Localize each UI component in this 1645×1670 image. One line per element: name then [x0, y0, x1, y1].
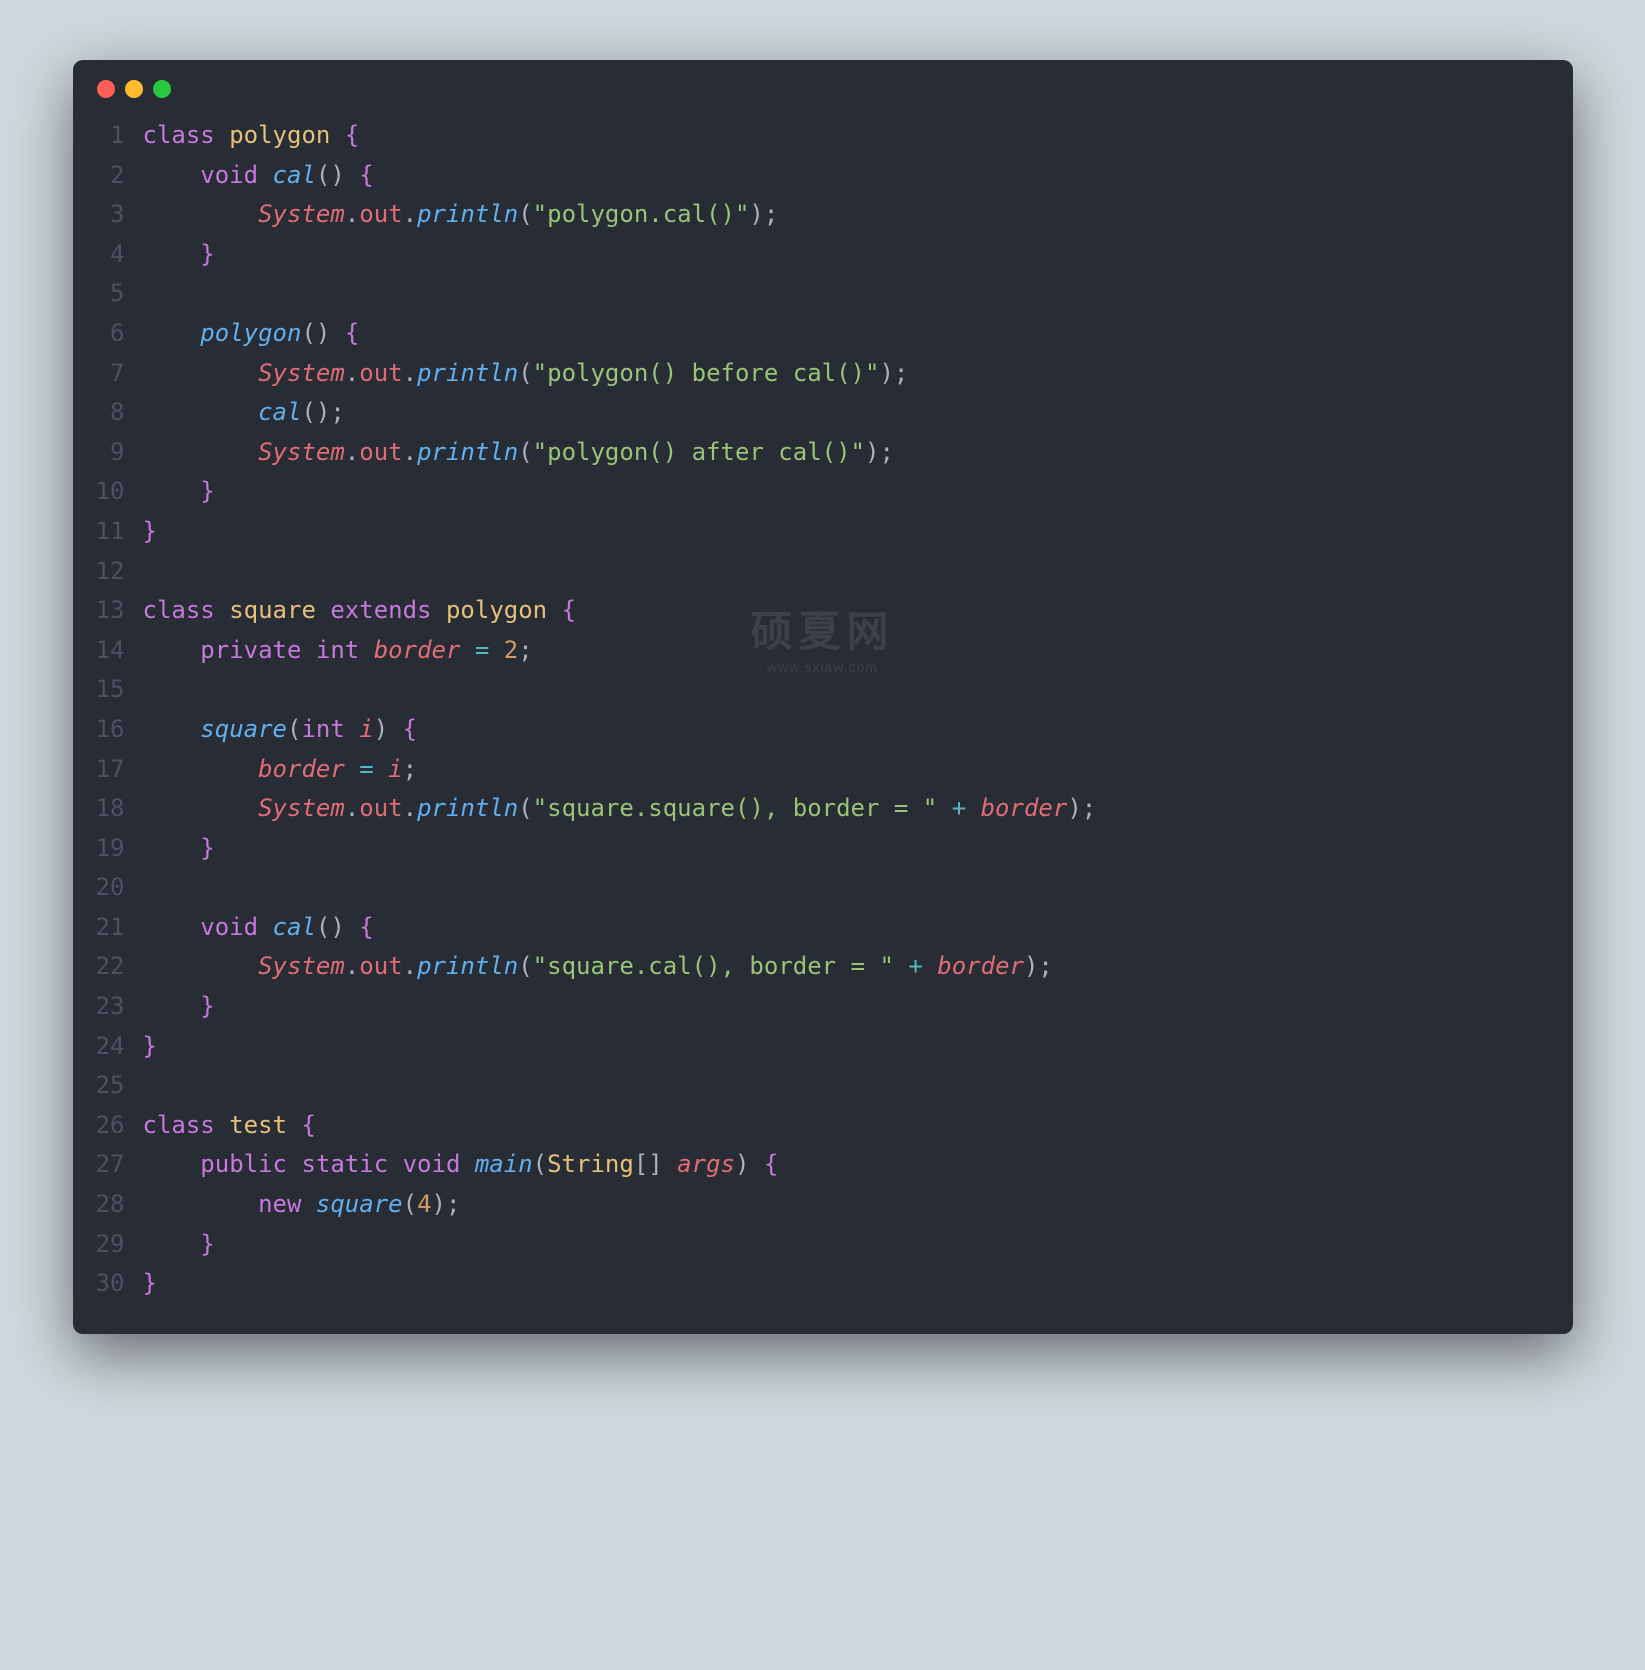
code-line[interactable]: 17 border = i; [73, 750, 1543, 790]
code-content[interactable]: private int border = 2; [143, 631, 533, 671]
code-line[interactable]: 29 } [73, 1225, 1543, 1265]
code-content[interactable]: square(int i) { [143, 710, 418, 750]
code-content[interactable] [143, 552, 157, 592]
code-content[interactable] [143, 274, 157, 314]
line-number: 2 [73, 156, 143, 196]
line-number: 12 [73, 552, 143, 592]
line-number: 25 [73, 1066, 143, 1106]
code-line[interactable]: 22 System.out.println("square.cal(), bor… [73, 947, 1543, 987]
code-content[interactable]: } [143, 1225, 215, 1265]
line-number: 28 [73, 1185, 143, 1225]
code-content[interactable]: border = i; [143, 750, 418, 790]
code-line[interactable]: 6 polygon() { [73, 314, 1543, 354]
code-content[interactable]: class polygon { [143, 116, 360, 156]
line-number: 1 [73, 116, 143, 156]
line-number: 27 [73, 1145, 143, 1185]
code-content[interactable]: class test { [143, 1106, 316, 1146]
line-number: 3 [73, 195, 143, 235]
code-line[interactable]: 25 [73, 1066, 1543, 1106]
code-content[interactable]: System.out.println("polygon.cal()"); [143, 195, 779, 235]
code-content[interactable]: } [143, 512, 157, 552]
line-number: 11 [73, 512, 143, 552]
maximize-icon[interactable] [153, 80, 171, 98]
line-number: 22 [73, 947, 143, 987]
code-line[interactable]: 11} [73, 512, 1543, 552]
code-line[interactable]: 7 System.out.println("polygon() before c… [73, 354, 1543, 394]
line-number: 26 [73, 1106, 143, 1146]
line-number: 8 [73, 393, 143, 433]
line-number: 24 [73, 1027, 143, 1067]
code-content[interactable]: } [143, 235, 215, 275]
window-titlebar [73, 60, 1573, 116]
code-content[interactable]: void cal() { [143, 156, 374, 196]
code-line[interactable]: 21 void cal() { [73, 908, 1543, 948]
code-content[interactable]: class square extends polygon { [143, 591, 577, 631]
code-content[interactable]: cal(); [143, 393, 345, 433]
line-number: 10 [73, 472, 143, 512]
line-number: 29 [73, 1225, 143, 1265]
line-number: 7 [73, 354, 143, 394]
line-number: 6 [73, 314, 143, 354]
code-line[interactable]: 12 [73, 552, 1543, 592]
code-window: 1class polygon {2 void cal() {3 System.o… [73, 60, 1573, 1334]
code-line[interactable]: 4 } [73, 235, 1543, 275]
code-content[interactable]: polygon() { [143, 314, 360, 354]
code-content[interactable] [143, 670, 157, 710]
code-line[interactable]: 1class polygon { [73, 116, 1543, 156]
line-number: 15 [73, 670, 143, 710]
code-line[interactable]: 5 [73, 274, 1543, 314]
code-content[interactable]: } [143, 1027, 157, 1067]
line-number: 14 [73, 631, 143, 671]
minimize-icon[interactable] [125, 80, 143, 98]
code-content[interactable]: } [143, 829, 215, 869]
code-content[interactable] [143, 868, 157, 908]
code-line[interactable]: 28 new square(4); [73, 1185, 1543, 1225]
line-number: 20 [73, 868, 143, 908]
line-number: 4 [73, 235, 143, 275]
code-line[interactable]: 3 System.out.println("polygon.cal()"); [73, 195, 1543, 235]
code-line[interactable]: 23 } [73, 987, 1543, 1027]
code-line[interactable]: 18 System.out.println("square.square(), … [73, 789, 1543, 829]
code-line[interactable]: 19 } [73, 829, 1543, 869]
line-number: 21 [73, 908, 143, 948]
code-content[interactable]: System.out.println("square.cal(), border… [143, 947, 1053, 987]
code-line[interactable]: 13class square extends polygon { [73, 591, 1543, 631]
code-content[interactable]: } [143, 987, 215, 1027]
code-content[interactable]: } [143, 472, 215, 512]
code-content[interactable]: void cal() { [143, 908, 374, 948]
line-number: 30 [73, 1264, 143, 1304]
code-area[interactable]: 1class polygon {2 void cal() {3 System.o… [73, 116, 1573, 1304]
line-number: 9 [73, 433, 143, 473]
code-line[interactable]: 30} [73, 1264, 1543, 1304]
line-number: 17 [73, 750, 143, 790]
code-content[interactable]: System.out.println("polygon() after cal(… [143, 433, 894, 473]
code-content[interactable]: new square(4); [143, 1185, 461, 1225]
code-line[interactable]: 16 square(int i) { [73, 710, 1543, 750]
code-line[interactable]: 24} [73, 1027, 1543, 1067]
line-number: 19 [73, 829, 143, 869]
line-number: 13 [73, 591, 143, 631]
code-line[interactable]: 15 [73, 670, 1543, 710]
code-content[interactable]: public static void main(String[] args) { [143, 1145, 779, 1185]
code-content[interactable]: System.out.println("polygon() before cal… [143, 354, 909, 394]
code-line[interactable]: 27 public static void main(String[] args… [73, 1145, 1543, 1185]
code-line[interactable]: 20 [73, 868, 1543, 908]
line-number: 16 [73, 710, 143, 750]
code-line[interactable]: 10 } [73, 472, 1543, 512]
code-line[interactable]: 14 private int border = 2; [73, 631, 1543, 671]
code-line[interactable]: 26class test { [73, 1106, 1543, 1146]
code-line[interactable]: 9 System.out.println("polygon() after ca… [73, 433, 1543, 473]
close-icon[interactable] [97, 80, 115, 98]
code-line[interactable]: 8 cal(); [73, 393, 1543, 433]
code-line[interactable]: 2 void cal() { [73, 156, 1543, 196]
code-content[interactable] [143, 1066, 157, 1106]
code-content[interactable]: } [143, 1264, 157, 1304]
line-number: 5 [73, 274, 143, 314]
line-number: 18 [73, 789, 143, 829]
code-content[interactable]: System.out.println("square.square(), bor… [143, 789, 1097, 829]
line-number: 23 [73, 987, 143, 1027]
